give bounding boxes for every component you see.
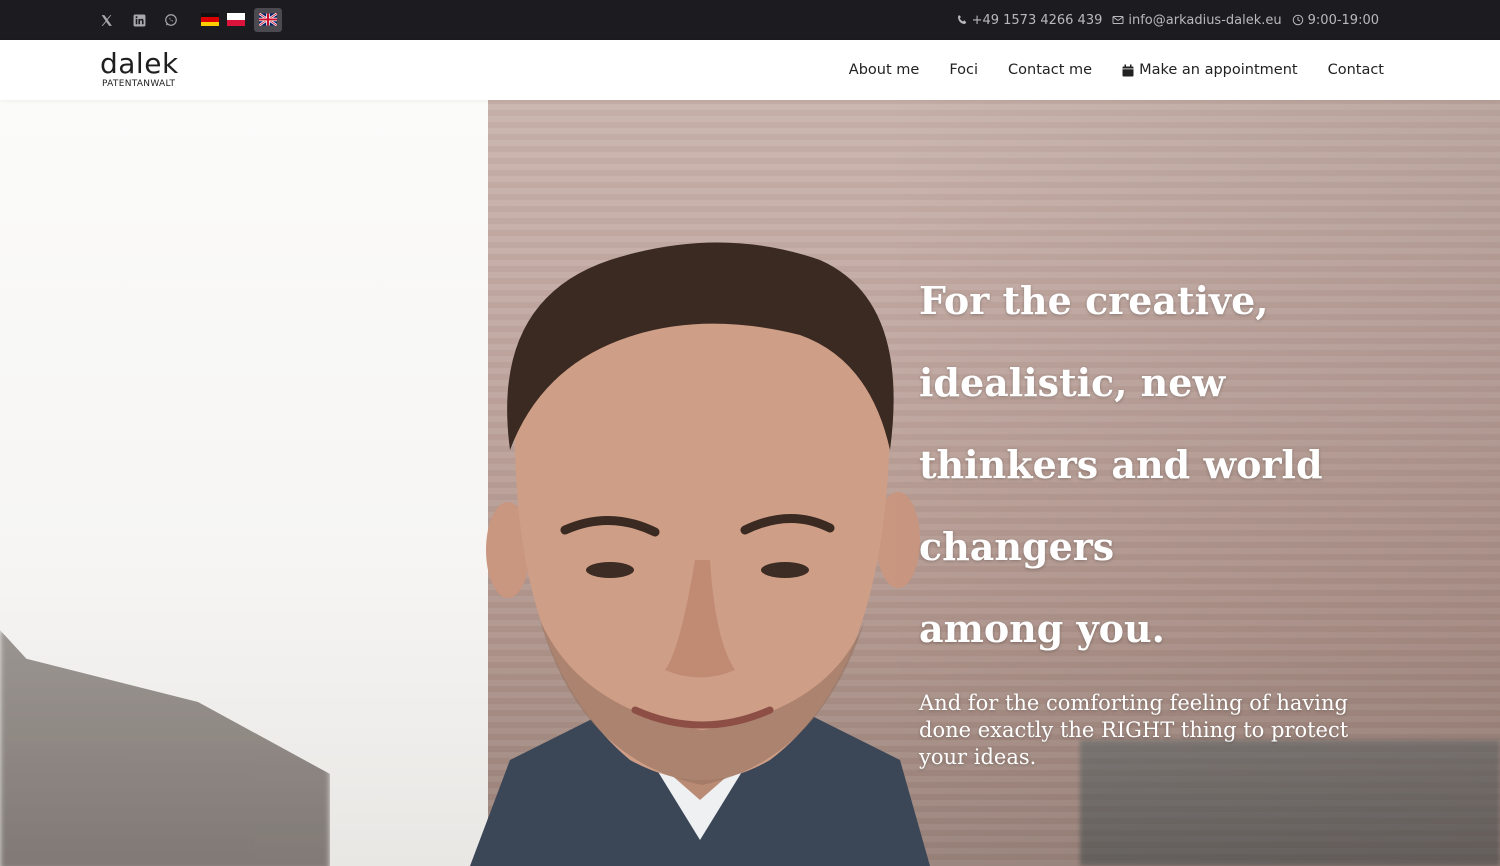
nav-contact[interactable]: Contact — [1328, 62, 1384, 78]
phone-number: +49 1573 4266 439 — [971, 12, 1103, 28]
envelope-icon — [1112, 16, 1124, 24]
nav-contact-me[interactable]: Contact me — [1008, 62, 1092, 78]
hero-text-block: For the creative, idealistic, new thinke… — [919, 260, 1399, 771]
flag-uk-icon[interactable] — [259, 13, 277, 26]
linkedin-icon[interactable] — [129, 0, 149, 40]
opening-hours: 9:00-19:00 — [1292, 13, 1379, 28]
email-address: info@arkadius-dalek.eu — [1128, 12, 1282, 28]
phone-link[interactable]: +49 1573 4266 439 — [956, 12, 1103, 28]
hero-section: For the creative, idealistic, new thinke… — [0, 100, 1500, 866]
hero-subtext: And for the comforting feeling of having… — [919, 691, 1349, 769]
site-logo[interactable]: dalek PATENTANWALT — [100, 50, 179, 89]
hero-heading-line: changers — [919, 524, 1115, 569]
nav-make-appointment[interactable]: Make an appointment — [1122, 62, 1298, 78]
top-info-bar: +49 1573 4266 439 info@arkadius-dalek.eu… — [0, 0, 1500, 40]
nav-foci[interactable]: Foci — [949, 62, 978, 78]
x-twitter-icon[interactable] — [96, 0, 116, 40]
hero-heading: For the creative, idealistic, new thinke… — [919, 260, 1399, 670]
flag-germany-icon[interactable] — [201, 13, 219, 26]
hero-heading-line: thinkers and world — [919, 442, 1323, 487]
logo-wordmark: dalek — [100, 47, 179, 80]
logo-subtitle: PATENTANWALT — [102, 79, 176, 89]
main-navigation: About me Foci Contact me Make an appoint… — [849, 40, 1384, 100]
hero-heading-line: For the creative, — [919, 278, 1269, 323]
clock-icon — [1292, 14, 1303, 26]
phone-icon — [957, 15, 966, 24]
nav-make-appointment-label: Make an appointment — [1139, 62, 1298, 78]
flag-poland-icon[interactable] — [227, 13, 245, 26]
contact-info: +49 1573 4266 439 info@arkadius-dalek.eu… — [956, 0, 1379, 40]
main-header: dalek PATENTANWALT About me Foci Contact… — [0, 40, 1500, 100]
hero-heading-line: idealistic, new — [919, 360, 1226, 405]
hero-heading-line: among you. — [919, 606, 1165, 651]
hours-text: 9:00-19:00 — [1307, 12, 1379, 28]
whatsapp-icon[interactable] — [161, 0, 181, 40]
nav-about-me[interactable]: About me — [849, 62, 920, 78]
hero-portrait-photo — [470, 242, 930, 866]
calendar-icon — [1122, 64, 1134, 76]
email-link[interactable]: info@arkadius-dalek.eu — [1112, 12, 1282, 28]
